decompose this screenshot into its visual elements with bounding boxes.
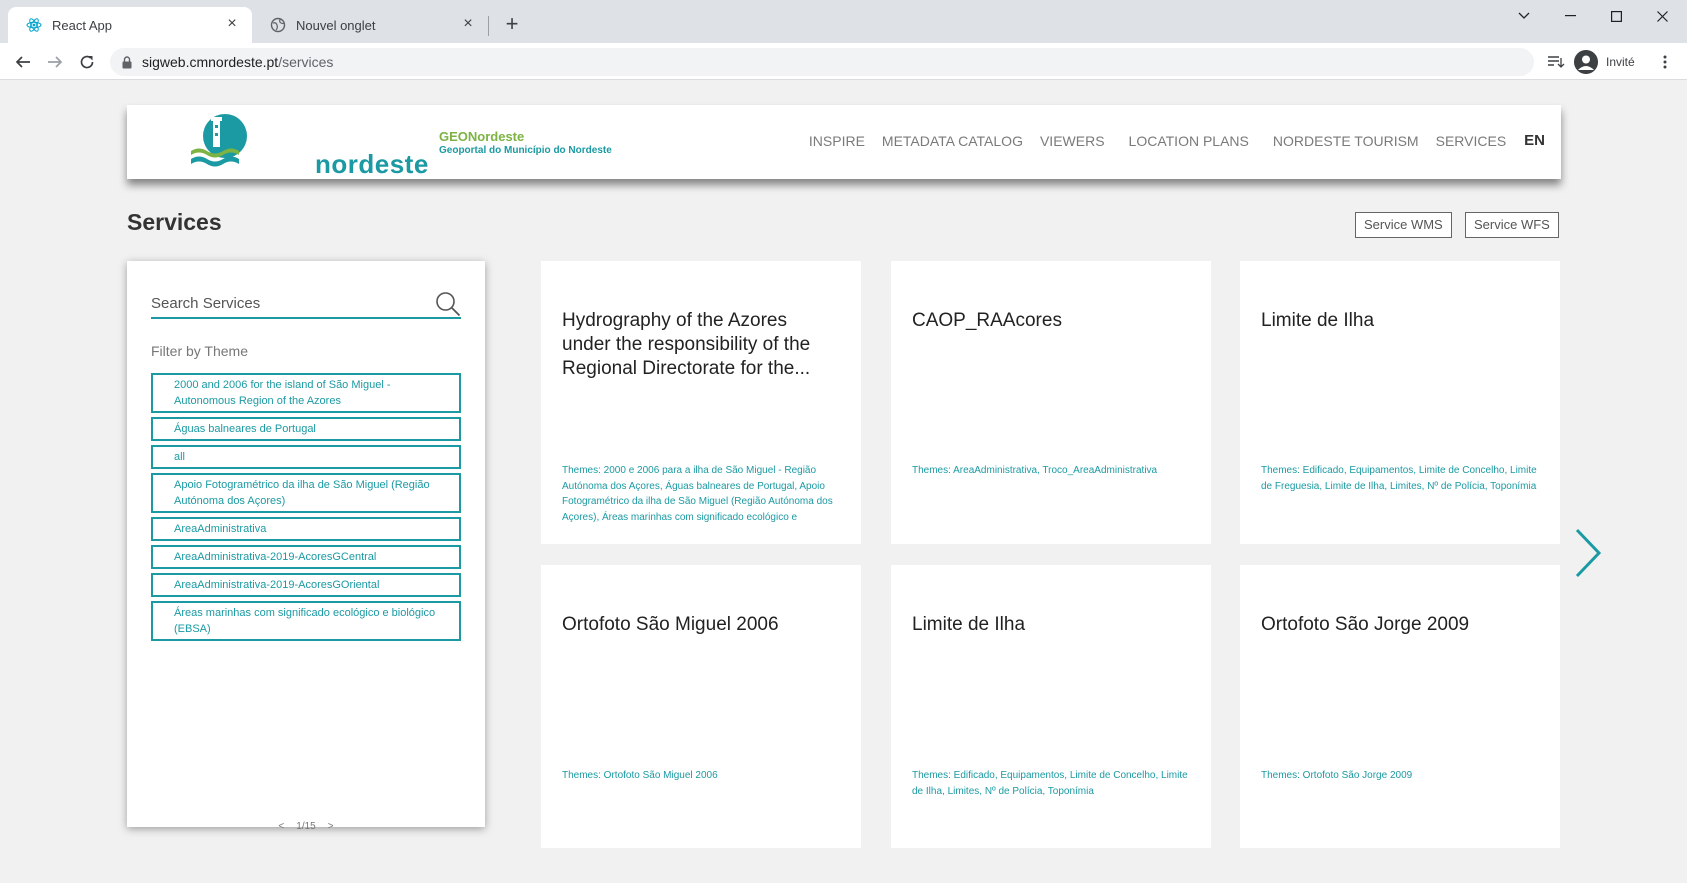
react-icon	[26, 17, 42, 33]
menu-item-location-plans[interactable]: LOCATION PLANS	[1129, 133, 1249, 149]
chevron-right-icon[interactable]	[1572, 527, 1604, 579]
tab-react-app[interactable]: React App ×	[8, 7, 252, 43]
new-tab-button[interactable]: +	[498, 11, 526, 39]
lock-icon	[122, 55, 132, 69]
service-card[interactable]: Hydrography of the Azores under the resp…	[541, 261, 861, 544]
card-themes: Themes: AreaAdministrativa, Troco_AreaAd…	[912, 465, 1158, 476]
theme-chip[interactable]: AreaAdministrativa-2019-AcoresGOriental	[151, 573, 461, 597]
theme-chip[interactable]: Áreas marinhas com significado ecológico…	[151, 601, 461, 641]
menu-item-viewers[interactable]: VIEWERS	[1040, 133, 1105, 149]
theme-chip[interactable]: 2000 and 2006 for the island of São Migu…	[151, 373, 461, 413]
language-switch[interactable]: EN	[1524, 132, 1545, 149]
tab-title: React App	[52, 17, 112, 33]
menu-item-nordeste-tourism[interactable]: NORDESTE TOURISM	[1273, 133, 1419, 149]
theme-pager: <1/15 >	[127, 821, 485, 832]
address-bar[interactable]: sigweb.cmnordeste.pt/services	[110, 48, 1534, 76]
card-title: Limite de Ilha	[912, 614, 1026, 635]
window-close-button[interactable]	[1639, 0, 1685, 32]
card-themes: Themes: Ortofoto São Miguel 2006	[562, 770, 718, 781]
menu-item-services[interactable]: SERVICES	[1436, 133, 1507, 149]
service-card[interactable]: Ortofoto São Miguel 2006 Themes: Ortofot…	[541, 565, 861, 848]
menu-item-metadata-catalog[interactable]: METADATA CATALOG	[882, 133, 1023, 149]
back-arrow-icon[interactable]	[8, 47, 38, 77]
forward-arrow-icon[interactable]	[40, 47, 70, 77]
tab-title: Nouvel onglet	[296, 17, 376, 33]
service-card[interactable]: Ortofoto São Jorge 2009 Themes: Ortofoto…	[1240, 565, 1560, 848]
url-path: /services	[278, 54, 334, 70]
theme-chip[interactable]: all	[151, 445, 461, 469]
card-title: Ortofoto São Miguel 2006	[562, 614, 779, 635]
reload-icon[interactable]	[72, 47, 102, 77]
url-host: sigweb.cmnordeste.pt	[142, 54, 279, 70]
close-icon[interactable]: ×	[460, 16, 476, 33]
card-themes: Themes: Edificado, Equipamentos, Limite …	[912, 770, 1188, 797]
card-title: CAOP_RAAcores	[912, 310, 1062, 331]
more-vert-icon[interactable]	[1650, 47, 1680, 77]
service-card[interactable]: Limite de Ilha Themes: Edificado, Equipa…	[891, 565, 1211, 848]
tab-separator	[488, 16, 489, 36]
minimize-button[interactable]	[1547, 0, 1593, 32]
theme-chip[interactable]: Águas balneares de Portugal	[151, 417, 461, 441]
service-wms-button[interactable]: Service WMS	[1355, 212, 1452, 238]
profile-label: Invité	[1606, 55, 1635, 69]
pager-next-button[interactable]: >	[328, 821, 334, 832]
filter-panel: Search Services Filter by Theme 2000 and…	[127, 261, 485, 832]
maximize-button[interactable]	[1593, 0, 1639, 32]
search-field[interactable]: Search Services	[151, 291, 461, 319]
browser-toolbar: sigweb.cmnordeste.pt/services Invité	[0, 43, 1687, 80]
globe-icon	[270, 17, 286, 33]
card-title: Ortofoto São Jorge 2009	[1261, 614, 1470, 635]
browser-tabstrip: React App × Nouvel onglet × +	[0, 0, 1687, 43]
pager-status: 1/15	[296, 821, 316, 832]
menu-item-inspire[interactable]: INSPIRE	[809, 133, 865, 149]
close-icon[interactable]: ×	[224, 16, 240, 33]
filter-title: Filter by Theme	[151, 343, 248, 359]
lighthouse-logo-icon	[191, 114, 247, 167]
card-themes: Themes: Ortofoto São Jorge 2009	[1261, 770, 1413, 781]
card-title: Limite de Ilha	[1261, 310, 1375, 331]
theme-chip[interactable]: AreaAdministrativa	[151, 517, 461, 541]
geo-subtitle: Geoportal do Município do Nordeste	[439, 145, 612, 156]
page-content: nordeste GEONordeste Geoportal do Municí…	[0, 81, 1687, 883]
main-menu: INSPIRE METADATA CATALOG VIEWERS LOCATIO…	[792, 132, 1545, 149]
card-themes: Themes: 2000 e 2006 para a ilha de São M…	[562, 465, 833, 523]
chevron-down-icon[interactable]	[1501, 0, 1547, 32]
geo-title: GEONordeste	[439, 129, 525, 144]
tab-new-tab[interactable]: Nouvel onglet ×	[252, 7, 488, 43]
logo-text: nordeste	[315, 149, 429, 179]
page-title: Services	[127, 209, 222, 235]
service-wfs-button[interactable]: Service WFS	[1465, 212, 1559, 238]
card-title: Hydrography of the Azores under the resp…	[562, 310, 811, 379]
profile-button[interactable]: Invité	[1574, 48, 1635, 76]
nordeste-logo[interactable]: nordeste	[191, 111, 428, 179]
pager-prev-button[interactable]: <	[278, 821, 284, 832]
card-themes: Themes: Edificado, Equipamentos, Limite …	[1261, 465, 1537, 492]
theme-chip[interactable]: AreaAdministrativa-2019-AcoresGCentral	[151, 545, 461, 569]
service-card[interactable]: Limite de Ilha Themes: Edificado, Equipa…	[1240, 261, 1560, 544]
search-input[interactable]: Search Services	[151, 295, 260, 312]
service-card[interactable]: CAOP_RAAcores Themes: AreaAdministrativa…	[891, 261, 1211, 544]
search-icon[interactable]	[435, 291, 461, 317]
geonordeste-brand: GEONordeste Geoportal do Município do No…	[439, 129, 612, 156]
theme-chip[interactable]: Apoio Fotogramétrico da ilha de São Migu…	[151, 473, 461, 513]
reading-list-icon[interactable]	[1541, 47, 1571, 77]
avatar-icon	[1574, 50, 1598, 74]
theme-filter-list: 2000 and 2006 for the island of São Migu…	[151, 373, 461, 645]
site-header: nordeste GEONordeste Geoportal do Municí…	[127, 105, 1561, 179]
